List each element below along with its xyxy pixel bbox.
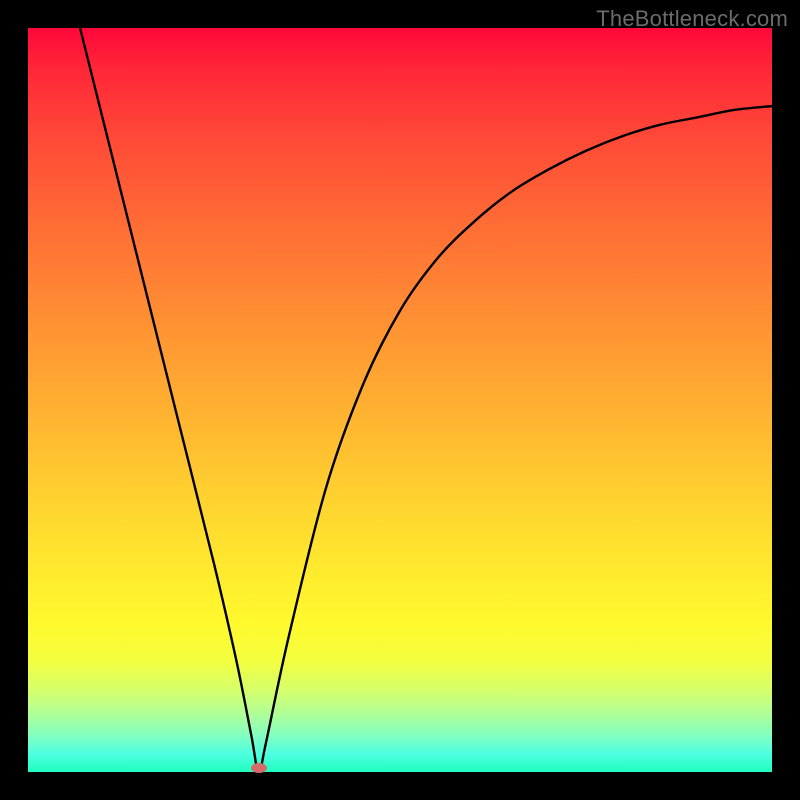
chart-stage: TheBottleneck.com [0,0,800,800]
bottleneck-curve [80,28,772,772]
plot-area [28,28,772,772]
minimum-marker [251,763,267,773]
curve-layer [28,28,772,772]
